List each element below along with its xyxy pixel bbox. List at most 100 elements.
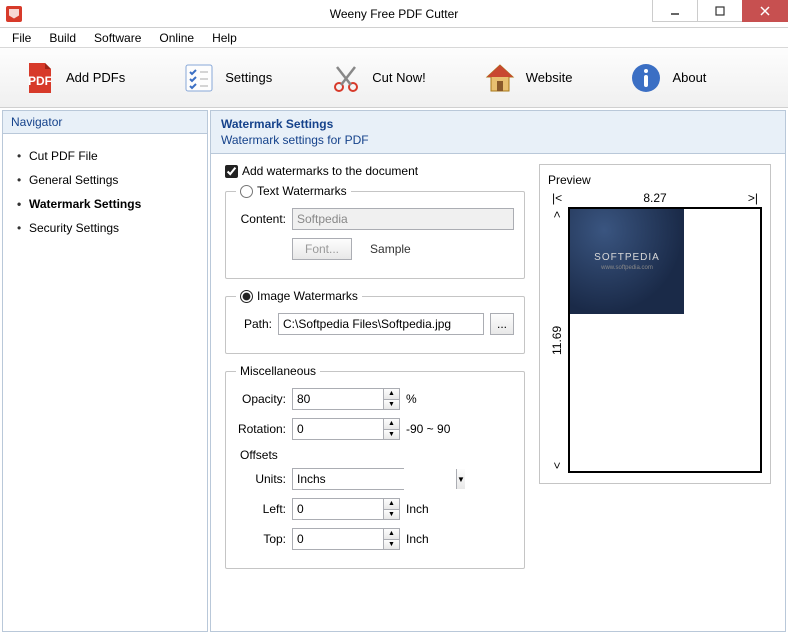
menu-build[interactable]: Build [41, 29, 84, 47]
image-watermarks-fieldset: Image Watermarks Path: ... [225, 289, 525, 354]
menu-online[interactable]: Online [151, 29, 202, 47]
top-input[interactable] [293, 529, 383, 549]
left-down[interactable]: ▼ [384, 510, 399, 520]
opacity-label: Opacity: [236, 392, 286, 406]
rotation-down[interactable]: ▼ [384, 430, 399, 440]
navigator-header: Navigator [3, 111, 207, 134]
opacity-input[interactable] [293, 389, 383, 409]
nav-item-watermark-settings[interactable]: Watermark Settings [11, 192, 199, 216]
add-watermarks-row: Add watermarks to the document [225, 164, 525, 178]
left-label: Left: [246, 502, 286, 516]
units-value[interactable] [293, 469, 456, 489]
cut-now-button[interactable]: Cut Now! [320, 56, 433, 100]
house-icon [482, 60, 518, 96]
app-icon [6, 6, 22, 22]
add-watermarks-checkbox[interactable] [225, 165, 238, 178]
info-icon [628, 60, 664, 96]
main-subtitle: Watermark settings for PDF [221, 133, 775, 147]
preview-column: Preview |< 8.27 >| < 11.69 > [539, 164, 771, 579]
titlebar: Weeny Free PDF Cutter [0, 0, 788, 28]
top-down[interactable]: ▼ [384, 540, 399, 550]
pdf-icon: PDF [22, 60, 58, 96]
add-pdfs-label: Add PDFs [66, 70, 125, 85]
font-button[interactable]: Font... [292, 238, 352, 260]
rotation-up[interactable]: ▲ [384, 419, 399, 430]
left-spinner[interactable]: ▲▼ [292, 498, 400, 520]
menu-file[interactable]: File [4, 29, 39, 47]
preview-label: Preview [548, 173, 762, 187]
path-input[interactable] [278, 313, 484, 335]
image-watermarks-legend: Image Watermarks [236, 289, 362, 303]
text-watermarks-radio[interactable] [240, 185, 253, 198]
checklist-icon [181, 60, 217, 96]
menu-software[interactable]: Software [86, 29, 149, 47]
units-label: Units: [246, 472, 286, 486]
svg-text:PDF: PDF [28, 74, 52, 88]
opacity-spinner[interactable]: ▲▼ [292, 388, 400, 410]
left-input[interactable] [293, 499, 383, 519]
nav-item-general-settings[interactable]: General Settings [11, 168, 199, 192]
offsets-label: Offsets [240, 448, 514, 462]
text-watermarks-legend: Text Watermarks [236, 184, 351, 198]
cut-now-label: Cut Now! [372, 70, 425, 85]
add-watermarks-label: Add watermarks to the document [242, 164, 418, 178]
preview-brand-sub: www.softpedia.com [601, 265, 653, 271]
path-label: Path: [236, 317, 272, 331]
nav-item-security-settings[interactable]: Security Settings [11, 216, 199, 240]
body-area: Navigator Cut PDF File General Settings … [0, 108, 788, 634]
ruler-h-start: |< [552, 191, 562, 205]
watermark-preview-image: SOFTPEDIA www.softpedia.com [570, 209, 684, 314]
settings-button[interactable]: Settings [173, 56, 280, 100]
about-button[interactable]: About [620, 56, 714, 100]
ruler-h-value: 8.27 [643, 191, 666, 205]
content-label: Content: [236, 212, 286, 226]
text-watermarks-fieldset: Text Watermarks Content: Font... Sample [225, 184, 525, 279]
settings-column: Add watermarks to the document Text Wate… [225, 164, 525, 579]
opacity-up[interactable]: ▲ [384, 389, 399, 400]
window-controls [653, 0, 788, 27]
minimize-button[interactable] [652, 0, 698, 22]
nav-item-cut-pdf[interactable]: Cut PDF File [11, 144, 199, 168]
website-label: Website [526, 70, 573, 85]
text-watermarks-legend-text: Text Watermarks [257, 184, 347, 198]
main-body: Add watermarks to the document Text Wate… [211, 154, 785, 589]
scissors-icon [328, 60, 364, 96]
preview-brand: SOFTPEDIA [594, 252, 660, 263]
menu-help[interactable]: Help [204, 29, 245, 47]
browse-button[interactable]: ... [490, 313, 514, 335]
ruler-v-end: < [550, 462, 564, 469]
about-label: About [672, 70, 706, 85]
miscellaneous-fieldset: Miscellaneous Opacity: ▲▼ % Rotation: [225, 364, 525, 569]
opacity-down[interactable]: ▼ [384, 400, 399, 410]
menubar: File Build Software Online Help [0, 28, 788, 48]
preview-page: SOFTPEDIA www.softpedia.com [568, 207, 762, 473]
ruler-h-end: >| [748, 191, 758, 205]
top-spinner[interactable]: ▲▼ [292, 528, 400, 550]
units-select[interactable]: ▼ [292, 468, 404, 490]
rotation-label: Rotation: [236, 422, 286, 436]
chevron-down-icon[interactable]: ▼ [456, 469, 465, 489]
sample-label: Sample [370, 242, 411, 256]
rotation-spinner[interactable]: ▲▼ [292, 418, 400, 440]
main-panel: Watermark Settings Watermark settings fo… [210, 110, 786, 632]
image-watermarks-radio[interactable] [240, 290, 253, 303]
navigator-list: Cut PDF File General Settings Watermark … [3, 134, 207, 250]
main-title: Watermark Settings [221, 117, 775, 131]
top-up[interactable]: ▲ [384, 529, 399, 540]
miscellaneous-legend: Miscellaneous [236, 364, 320, 378]
close-button[interactable] [742, 0, 788, 22]
top-unit: Inch [406, 532, 429, 546]
ruler-vertical: < 11.69 > [548, 207, 564, 473]
content-input[interactable] [292, 208, 514, 230]
ruler-horizontal: |< 8.27 >| [548, 191, 762, 207]
add-pdfs-button[interactable]: PDF Add PDFs [14, 56, 133, 100]
maximize-button[interactable] [697, 0, 743, 22]
main-header: Watermark Settings Watermark settings fo… [211, 111, 785, 154]
rotation-hint: -90 ~ 90 [406, 422, 450, 436]
website-button[interactable]: Website [474, 56, 581, 100]
left-unit: Inch [406, 502, 429, 516]
settings-label: Settings [225, 70, 272, 85]
rotation-input[interactable] [293, 419, 383, 439]
image-watermarks-legend-text: Image Watermarks [257, 289, 358, 303]
left-up[interactable]: ▲ [384, 499, 399, 510]
